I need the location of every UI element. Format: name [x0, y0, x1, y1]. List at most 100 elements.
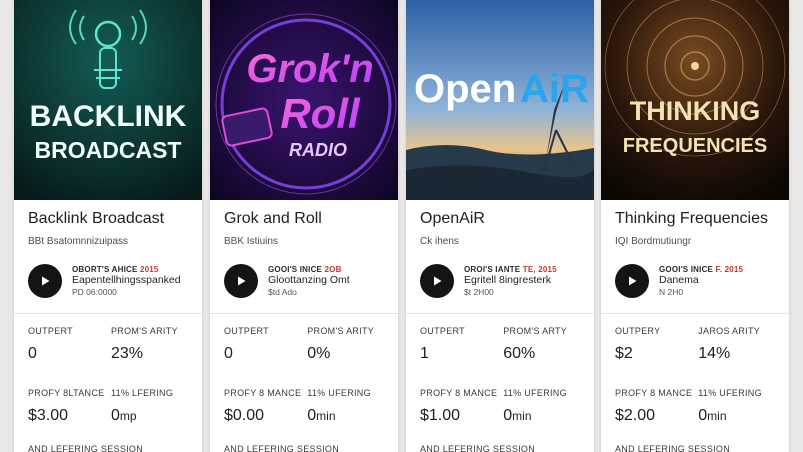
episode-tag: GOOI'S INICE 2OB [268, 265, 350, 275]
episode-meta: PD 06:0000 [72, 287, 117, 297]
stat-value: 14% [698, 345, 731, 362]
play-icon [629, 276, 637, 286]
stat-price: PROFY 8 MANCE $1.00 [420, 376, 497, 438]
episode-date: TE, 2015 [522, 264, 557, 274]
episode-meta: N 2H0 [659, 287, 684, 297]
cover-image: Grok'n Roll RADIO [210, 0, 398, 200]
cover-line-1: BACKLINK [30, 100, 187, 133]
cover-line-1: THINKING [630, 96, 761, 126]
podcast-subtitle: BBK Istiuins [224, 236, 278, 247]
podcast-card[interactable]: BACKLINK BROADCAST Backlink Broadcast BB… [14, 0, 202, 452]
stat-time: 11% UFERING 0min [503, 376, 580, 438]
cover-art[interactable]: Grok'n Roll RADIO [210, 0, 398, 200]
stat-value: 23% [111, 345, 144, 362]
stat-number: 0 [111, 407, 120, 424]
cover-line-2: Roll [280, 90, 361, 137]
podcast-title[interactable]: Grok and Roll [224, 210, 384, 230]
session-footer[interactable]: AND LEFERING SESSION [28, 444, 188, 452]
session-footer[interactable]: AND LEFERING SESSION [615, 444, 775, 452]
session-footer[interactable]: AND LEFERING SESSION [224, 444, 384, 452]
stat-output: OUTPERT 0 [224, 314, 301, 376]
stat-unit: min [707, 409, 727, 423]
stat-label: PROM'S ARITY [111, 326, 178, 336]
stat-label: PROFY 8 MANCE [420, 388, 498, 398]
play-icon [238, 276, 246, 286]
stat-label: OUTPERY [615, 326, 661, 336]
session-footer[interactable]: AND LEFERING SESSION [420, 444, 580, 452]
latest-episode[interactable]: OROI'S IANTE TE, 2015 Egritell 8ingreste… [420, 259, 580, 303]
podcast-subtitle: Ck ihens [420, 236, 459, 247]
stat-number: 0 [698, 407, 708, 424]
cover-art[interactable]: BACKLINK BROADCAST [14, 0, 202, 200]
stat-time: 11% LFERING 0mp [111, 376, 188, 438]
episode-title: Eapentellhingsspanked [72, 274, 181, 287]
play-button[interactable] [420, 264, 454, 298]
podcast-card[interactable]: Grok'n Roll RADIO Grok and Roll BBK Isti… [210, 0, 398, 452]
podcast-title[interactable]: Thinking Frequencies [615, 210, 775, 230]
stat-label: OUTPERT [224, 326, 269, 336]
stat-price: PROFY 8 MANCE $2.00 [615, 376, 692, 438]
cover-line-3: RADIO [289, 140, 347, 160]
latest-episode[interactable]: GOOI'S INICE 2OB Gloottanzing Omt $td Ad… [224, 259, 384, 303]
episode-title: Egritell 8ingresterk [464, 274, 551, 287]
stat-value: 0min [698, 407, 775, 425]
podcast-card-row: BACKLINK BROADCAST Backlink Broadcast BB… [0, 0, 803, 452]
episode-date: 2015 [139, 264, 159, 274]
cover-image: THINKING FREQUENCIES [601, 0, 789, 200]
play-button[interactable] [224, 264, 258, 298]
play-icon [42, 276, 50, 286]
stats-grid: OUTPERY $2 JAROS ARITY 14% PROFY 8 MANCE… [615, 314, 775, 438]
stat-progress: PROM'S ARTY 60% [503, 314, 580, 376]
stat-unit: mp [119, 409, 137, 423]
stat-output: OUTPERY $2 [615, 314, 692, 376]
stat-label: 11% LFERING [111, 388, 174, 398]
stat-label: PROM'S ARITY [307, 326, 375, 336]
podcast-card[interactable]: THINKING FREQUENCIES Thinking Frequencie… [601, 0, 789, 452]
stat-progress: PROM'S ARITY 0% [307, 314, 384, 376]
stat-time: 11% UFERING 0min [307, 376, 384, 438]
latest-episode[interactable]: GOOI'S INICE F. 2015 Danema N 2H0 [615, 259, 775, 303]
cover-line-2: FREQUENCIES [623, 135, 767, 157]
episode-meta: $t 2H00 [464, 287, 494, 297]
play-button[interactable] [615, 264, 649, 298]
play-button[interactable] [28, 264, 62, 298]
stat-progress: PROM'S ARITY 23% [111, 314, 188, 376]
episode-date: 2OB [324, 264, 342, 274]
cover-art[interactable]: THINKING FREQUENCIES [601, 0, 789, 200]
latest-episode[interactable]: OBORT'S AHICE 2015 Eapentellhingsspanked… [28, 259, 188, 303]
podcast-title[interactable]: OpenAiR [420, 210, 580, 230]
podcast-subtitle: IQI Bordmutiungr [615, 236, 692, 247]
stat-value: 0 [28, 345, 37, 362]
episode-title: Gloottanzing Omt [268, 274, 350, 287]
stat-output: OUTPERT 0 [28, 314, 105, 376]
stat-price: PROFY 8LTANCE $3.00 [28, 376, 105, 438]
stat-label: PROFY 8 MANCE [615, 388, 693, 398]
stat-label: JAROS ARITY [698, 326, 761, 336]
stat-unit: min [316, 409, 336, 423]
podcast-card[interactable]: Open AiR OpenAiR Ck ihens OROI'S IANTE T… [406, 0, 594, 452]
cover-art[interactable]: Open AiR [406, 0, 594, 200]
stat-number: 0 [503, 407, 513, 424]
cover-line-2: BROADCAST [35, 137, 182, 163]
stat-value: $2.00 [615, 407, 656, 424]
episode-date: F. 2015 [715, 264, 744, 274]
stat-value: 0 [224, 345, 233, 362]
stat-value: 0% [307, 345, 331, 362]
episode-tag-text: GOOI'S INICE [659, 264, 714, 274]
cover-line-2: AiR [520, 67, 589, 111]
stats-grid: OUTPERT 1 PROM'S ARTY 60% PROFY 8 MANCE … [420, 314, 580, 438]
stat-value: $1.00 [420, 407, 461, 424]
stat-label: 11% UFERING [698, 388, 762, 398]
episode-tag: OBORT'S AHICE 2015 [72, 265, 181, 275]
stat-unit: min [512, 409, 532, 423]
podcast-title[interactable]: Backlink Broadcast [28, 210, 188, 230]
stat-value: $0.00 [224, 407, 265, 424]
episode-meta: $td Ado [268, 287, 297, 297]
stat-value: 60% [503, 345, 536, 362]
stat-label: PROM'S ARTY [503, 326, 568, 336]
stat-label: PROFY 8 MANCE [224, 388, 302, 398]
cover-line-1: Open [414, 67, 516, 111]
stat-label: 11% UFERING [503, 388, 567, 398]
stat-label: PROFY 8LTANCE [28, 388, 105, 398]
stat-output: OUTPERT 1 [420, 314, 497, 376]
